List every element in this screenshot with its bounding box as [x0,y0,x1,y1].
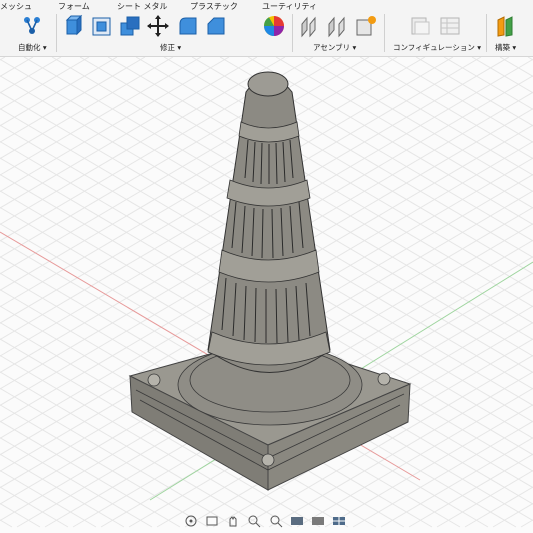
configure-icon[interactable] [408,14,432,38]
display-settings-icon[interactable] [289,514,305,528]
pan-icon[interactable] [225,514,241,528]
tab-mesh[interactable]: メッシュ [0,1,32,12]
grid-line [0,57,118,127]
grid-line [380,437,533,528]
model-cone-body [207,76,331,373]
grid-line [492,502,533,528]
grid-line [0,437,153,528]
extrude-icon[interactable] [62,14,86,38]
grid-settings-icon[interactable] [310,514,326,528]
group-construct[interactable]: 構築 ▾ [495,42,516,53]
zoom-window-icon[interactable] [268,514,284,528]
group-modify[interactable]: 修正 ▾ [160,42,181,53]
automate-icon[interactable] [20,14,44,38]
canvas-viewport[interactable] [0,57,533,533]
tab-form[interactable]: フォーム [58,1,90,12]
grid-line [0,57,90,110]
grid-line [0,57,62,94]
model-cone-tip [247,71,289,97]
grid-line [303,57,533,193]
grid-line [387,57,533,143]
grid-line [471,57,533,94]
group-assembly[interactable]: アセンブリ ▾ [313,42,356,53]
tab-plastic[interactable]: プラスチック [190,1,238,12]
move-icon[interactable] [146,14,170,38]
toolbar: メッシュ フォーム シート メタル プラスチック ユーティリティ 自動化 ▾ 修… [0,0,533,57]
grid-line [408,453,533,528]
cone-model[interactable] [128,71,412,491]
joint-icon[interactable] [298,14,322,38]
grid-line [0,57,146,143]
tab-utility[interactable]: ユーティリティ [262,1,317,12]
grid-line [0,57,230,193]
grid-line [415,57,533,127]
grid-line [0,453,125,528]
as-built-joint-icon[interactable] [326,14,350,38]
fillet-icon[interactable] [176,14,200,38]
grid-line [0,502,41,528]
grid-line [0,519,13,528]
grid-line [443,57,533,110]
table-icon[interactable] [438,14,462,38]
chamfer-icon[interactable] [204,14,228,38]
combine-icon[interactable] [118,14,142,38]
grid-line [0,57,202,176]
construct-plane-icon[interactable] [494,14,518,38]
grid-line [0,420,181,528]
grid-line [520,519,533,528]
viewports-icon[interactable] [331,514,347,528]
zoom-icon[interactable] [246,514,262,528]
tab-sheet-metal[interactable]: シート メタル [117,1,168,12]
look-at-icon[interactable] [204,514,220,528]
group-configuration[interactable]: コンフィギュレーション ▾ [393,42,481,53]
new-component-icon[interactable] [354,14,378,38]
group-automate[interactable]: 自動化 ▾ [18,42,47,53]
viewport-grid [0,57,533,528]
grid-line [331,57,533,176]
grid-line [0,486,69,528]
navigation-bar [180,512,350,530]
appearance-icon[interactable] [262,14,286,38]
press-pull-icon[interactable] [90,14,114,38]
grid-line [464,486,533,528]
orbit-icon[interactable] [183,514,199,528]
